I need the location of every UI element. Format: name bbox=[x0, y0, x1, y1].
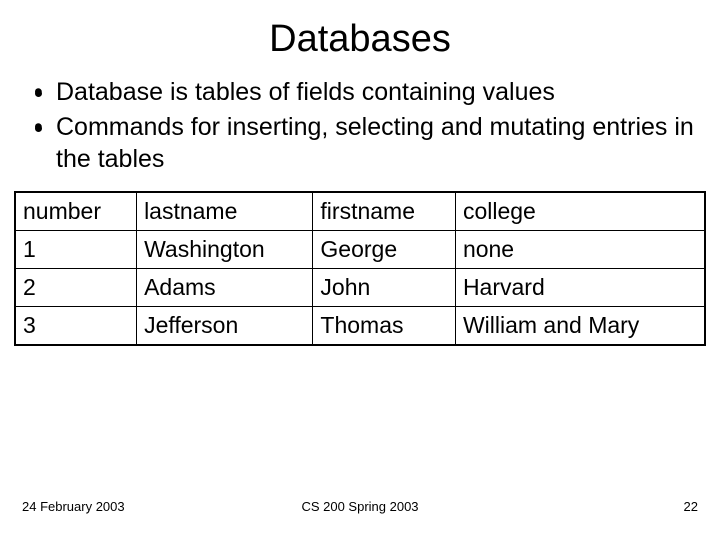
footer-date: 24 February 2003 bbox=[22, 499, 125, 514]
table-header: college bbox=[455, 192, 705, 231]
bullet-item: Database is tables of fields containing … bbox=[56, 77, 706, 108]
slide-title: Databases bbox=[14, 18, 706, 61]
table-cell: Adams bbox=[137, 268, 313, 306]
table-row: 1 Washington George none bbox=[15, 230, 705, 268]
table-row: 3 Jefferson Thomas William and Mary bbox=[15, 306, 705, 345]
footer-page: 22 bbox=[684, 499, 698, 514]
data-table: number lastname firstname college 1 Wash… bbox=[14, 191, 706, 346]
table-cell: Jefferson bbox=[137, 306, 313, 345]
table-cell: 2 bbox=[15, 268, 137, 306]
table-row: 2 Adams John Harvard bbox=[15, 268, 705, 306]
slide-footer: 24 February 2003 CS 200 Spring 2003 22 bbox=[0, 499, 720, 514]
bullet-item: Commands for inserting, selecting and mu… bbox=[56, 112, 706, 175]
table-cell: 1 bbox=[15, 230, 137, 268]
table-cell: Thomas bbox=[313, 306, 456, 345]
table-header: lastname bbox=[137, 192, 313, 231]
bullet-list: Database is tables of fields containing … bbox=[14, 77, 706, 175]
table-cell: William and Mary bbox=[455, 306, 705, 345]
footer-course: CS 200 Spring 2003 bbox=[301, 499, 418, 514]
table-cell: John bbox=[313, 268, 456, 306]
table-header-row: number lastname firstname college bbox=[15, 192, 705, 231]
table-header: firstname bbox=[313, 192, 456, 231]
table-cell: Washington bbox=[137, 230, 313, 268]
table-cell: none bbox=[455, 230, 705, 268]
table-header: number bbox=[15, 192, 137, 231]
table-cell: 3 bbox=[15, 306, 137, 345]
table-cell: George bbox=[313, 230, 456, 268]
table-cell: Harvard bbox=[455, 268, 705, 306]
